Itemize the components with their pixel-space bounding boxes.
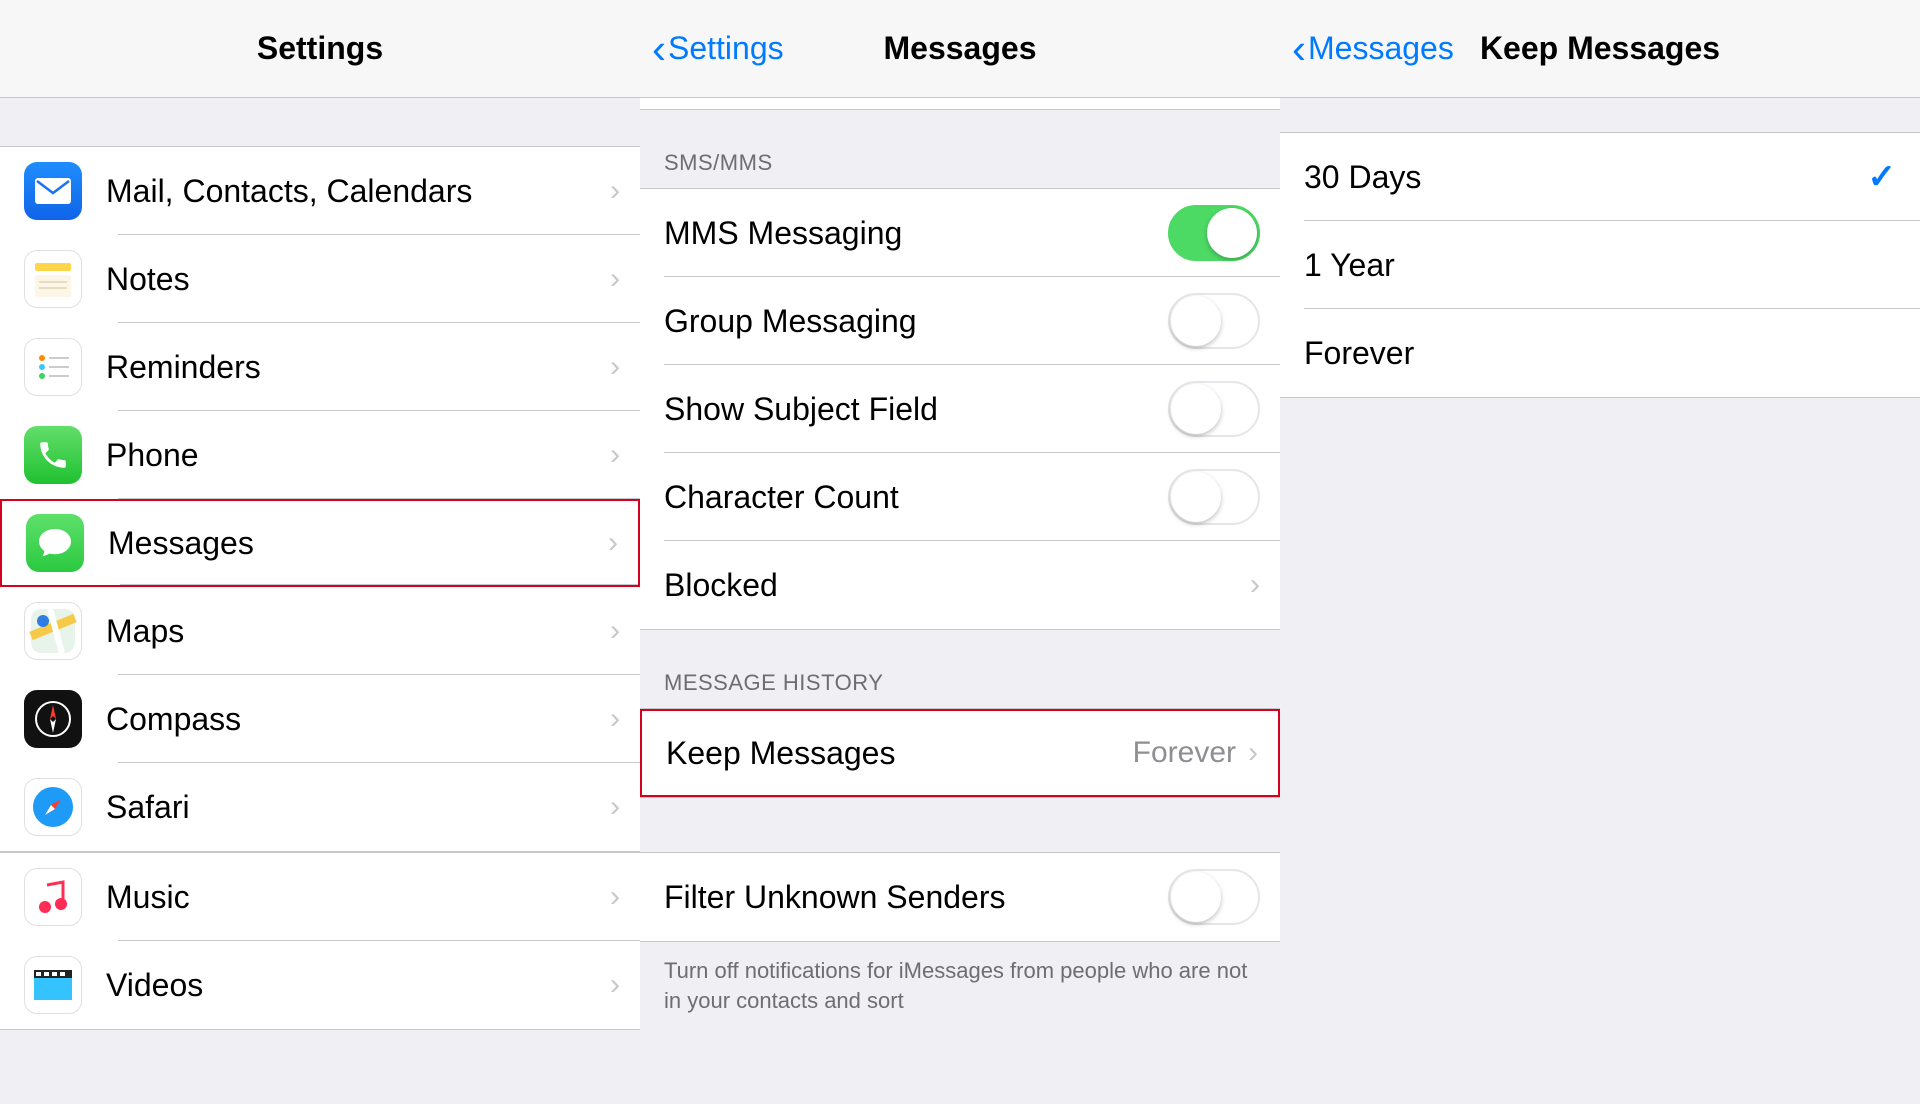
chevron-right-icon: › [610,790,620,824]
row-music[interactable]: Music › [0,853,640,941]
row-label: Keep Messages [666,735,1133,772]
compass-icon [24,690,82,748]
option-forever[interactable]: Forever [1280,309,1920,397]
row-keep-messages[interactable]: Keep Messages Forever › [640,709,1280,797]
keep-messages-panel: ‹ Messages Keep Messages 30 Days ✓ 1 Yea… [1280,0,1920,1104]
page-title: Messages [884,30,1037,67]
settings-list-main: Mail, Contacts, Calendars › Notes › Remi… [0,146,640,852]
row-label: Filter Unknown Senders [664,879,1168,916]
navbar-messages: ‹ Settings Messages [640,0,1280,98]
page-title: Keep Messages [1480,30,1720,67]
navbar-keep-messages: ‹ Messages Keep Messages [1280,0,1920,98]
mail-icon [24,162,82,220]
row-group-messaging[interactable]: Group Messaging [640,277,1280,365]
row-maps[interactable]: Maps › [0,587,640,675]
row-label: Music [106,879,610,916]
toggle-show-subject-field[interactable] [1168,381,1260,437]
row-label: Reminders [106,349,610,386]
section-footer-filter: Turn off notifications for iMessages fro… [640,942,1280,1015]
row-videos[interactable]: Videos › [0,941,640,1029]
back-button-settings[interactable]: ‹ Settings [652,28,784,70]
chevron-right-icon: › [1248,736,1258,770]
row-mail-contacts-calendars[interactable]: Mail, Contacts, Calendars › [0,147,640,235]
row-character-count[interactable]: Character Count [640,453,1280,541]
checkmark-icon: ✓ [1868,157,1897,197]
toggle-group-messaging[interactable] [1168,293,1260,349]
row-label: MMS Messaging [664,215,1168,252]
maps-icon [24,602,82,660]
chevron-right-icon: › [610,702,620,736]
chevron-right-icon: › [608,526,618,560]
safari-icon [24,778,82,836]
messages-settings-panel: ‹ Settings Messages SMS/MMS MMS Messagin… [640,0,1280,1104]
row-reminders[interactable]: Reminders › [0,323,640,411]
toggle-character-count[interactable] [1168,469,1260,525]
row-label: Messages [108,525,608,562]
row-phone[interactable]: Phone › [0,411,640,499]
row-label: Forever [1304,335,1920,372]
chevron-right-icon: › [610,262,620,296]
back-label: Messages [1308,30,1454,67]
row-safari[interactable]: Safari › [0,763,640,851]
chevron-right-icon: › [610,880,620,914]
phone-icon [24,426,82,484]
chevron-left-icon: ‹ [1292,28,1306,70]
page-title: Settings [257,30,383,67]
chevron-right-icon: › [610,438,620,472]
row-label: Show Subject Field [664,391,1168,428]
chevron-left-icon: ‹ [652,28,666,70]
toggle-filter-unknown-senders[interactable] [1168,869,1260,925]
chevron-right-icon: › [610,174,620,208]
videos-icon [24,956,82,1014]
filter-list: Filter Unknown Senders [640,852,1280,942]
row-label: Phone [106,437,610,474]
row-label: Mail, Contacts, Calendars [106,173,610,210]
back-button-messages[interactable]: ‹ Messages [1292,28,1454,70]
row-label: 30 Days [1304,159,1868,196]
row-label: Safari [106,789,610,826]
option-30-days[interactable]: 30 Days ✓ [1280,133,1920,221]
row-label: Videos [106,967,610,1004]
settings-list-apps: Music › Videos › [0,852,640,1030]
row-notes[interactable]: Notes › [0,235,640,323]
row-value: Forever [1133,736,1236,770]
chevron-right-icon: › [1250,568,1260,602]
chevron-right-icon: › [610,614,620,648]
chevron-right-icon: › [610,350,620,384]
row-label: Compass [106,701,610,738]
settings-root-panel: Settings Mail, Contacts, Calendars › Not… [0,0,640,1104]
notes-icon [24,250,82,308]
row-label: Character Count [664,479,1168,516]
row-show-subject-field[interactable]: Show Subject Field [640,365,1280,453]
toggle-mms-messaging[interactable] [1168,205,1260,261]
row-label: Notes [106,261,610,298]
chevron-right-icon: › [610,968,620,1002]
music-icon [24,868,82,926]
row-messages[interactable]: Messages › [0,499,640,587]
row-label: Group Messaging [664,303,1168,340]
sms-mms-list: MMS Messaging Group Messaging Show Subje… [640,188,1280,630]
navbar-settings: Settings [0,0,640,98]
messages-icon [26,514,84,572]
row-filter-unknown-senders[interactable]: Filter Unknown Senders [640,853,1280,941]
section-header-sms: SMS/MMS [640,110,1280,188]
option-1-year[interactable]: 1 Year [1280,221,1920,309]
row-label: Maps [106,613,610,650]
reminders-icon [24,338,82,396]
row-blocked[interactable]: Blocked › [640,541,1280,629]
back-label: Settings [668,30,784,67]
row-compass[interactable]: Compass › [0,675,640,763]
section-header-history: MESSAGE HISTORY [640,630,1280,708]
row-label: Blocked [664,567,1250,604]
row-label: 1 Year [1304,247,1920,284]
row-mms-messaging[interactable]: MMS Messaging [640,189,1280,277]
message-history-list: Keep Messages Forever › [640,708,1280,798]
keep-messages-options: 30 Days ✓ 1 Year Forever [1280,132,1920,398]
